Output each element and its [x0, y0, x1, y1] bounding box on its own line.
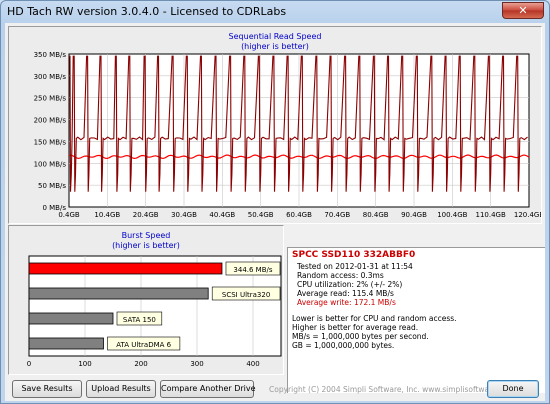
x-tick-label: 90.4GB: [401, 211, 427, 219]
save-results-button[interactable]: Save Results: [12, 380, 82, 398]
note-gb-definition: GB = 1,000,000,000 bytes.: [292, 341, 395, 350]
burst-x-tick-label: 0: [27, 360, 31, 368]
x-tick-label: 50.4GB: [248, 211, 274, 219]
done-button[interactable]: Done: [487, 380, 539, 398]
x-tick-label: 80.4GB: [363, 211, 389, 219]
burst-x-tick-label: 300: [190, 360, 203, 368]
x-tick-label: 10.4GB: [94, 211, 120, 219]
x-tick-label: 70.4GB: [324, 211, 350, 219]
x-tick-label: 30.4GB: [171, 211, 197, 219]
x-tick-label: 100.4GB: [437, 211, 467, 219]
drive-name: SPCC SSD110 332ABBF0: [292, 250, 416, 260]
burst-bar-label: ATA UltraDMA 6: [116, 341, 171, 349]
burst-x-tick-label: 100: [78, 360, 91, 368]
y-tick-label: 250 MB/s: [34, 95, 67, 103]
burst-x-tick-label: 200: [134, 360, 147, 368]
burst-bar-label: SCSI Ultra320: [222, 291, 270, 299]
burst-speed-panel: Burst Speed (higher is better) 0 100 200 30…: [8, 225, 284, 375]
sequential-read-chart: 350 MB/s 300 MB/s 250 MB/s 200 MB/s 150 MB/s…: [34, 51, 541, 219]
burst-x-tick-label: 400: [246, 360, 259, 368]
x-tick-label: 120.4GB: [514, 211, 541, 219]
x-tick-label: 20.4GB: [133, 211, 159, 219]
y-tick-label: 100 MB/s: [34, 160, 67, 168]
random-access: Random access: 0.3ms: [297, 271, 384, 280]
burst-bar: [28, 337, 104, 350]
y-tick-label: 350 MB/s: [34, 51, 67, 59]
note-mbs-definition: MB/s = 1,000,000 bytes per second.: [292, 332, 429, 341]
client-area: Sequential Read Speed (higher is better)…: [5, 23, 545, 401]
x-tick-label: 110.4GB: [476, 211, 506, 219]
copyright-text: Copyright (C) 2004 Simpli Software, Inc.…: [269, 385, 516, 394]
average-write: Average write: 172.1 MB/s: [297, 298, 396, 307]
x-tick-label: 60.4GB: [286, 211, 312, 219]
y-tick-label: 50 MB/s: [38, 182, 66, 190]
close-button[interactable]: ✕: [502, 2, 544, 19]
compare-another-drive-button[interactable]: Compare Another Drive: [160, 380, 256, 398]
burst-bar: [28, 287, 209, 300]
burst-bar-label: 344.6 MB/s: [233, 266, 272, 274]
sequential-read-panel: Sequential Read Speed (higher is better)…: [8, 26, 542, 224]
burst-speed-chart: 0 100 200 300 400 344.6 MB/s SCSI Ultra320 SATA…: [27, 255, 282, 368]
x-tick-label: 40.4GB: [209, 211, 235, 219]
burst-bar: [28, 312, 114, 325]
y-tick-label: 300 MB/s: [34, 73, 67, 81]
window-title: HD Tach RW version 3.0.4.0 - Licensed to…: [7, 5, 287, 18]
app-window: HD Tach RW version 3.0.4.0 - Licensed to…: [0, 0, 550, 404]
upload-results-button[interactable]: Upload Results: [86, 380, 156, 398]
results-info-panel: SPCC SSD110 332ABBF0 Tested on 2012-01-3…: [287, 247, 545, 393]
title-bar[interactable]: HD Tach RW version 3.0.4.0 - Licensed to…: [1, 1, 549, 23]
note-higher-better: Higher is better for average read.: [292, 323, 419, 332]
x-tick-label: 0.4GB: [58, 211, 80, 219]
note-lower-better: Lower is better for CPU and random acces…: [292, 314, 457, 323]
burst-bar-label: SATA 150: [123, 316, 156, 324]
tested-on: Tested on 2012-01-31 at 11:54: [297, 262, 413, 271]
average-read: Average read: 115.4 MB/s: [297, 289, 394, 298]
burst-bar: [28, 262, 223, 275]
cpu-utilization: CPU utilization: 2% (+/- 2%): [297, 280, 403, 289]
y-tick-label: 200 MB/s: [34, 117, 67, 125]
y-tick-label: 150 MB/s: [34, 138, 67, 146]
